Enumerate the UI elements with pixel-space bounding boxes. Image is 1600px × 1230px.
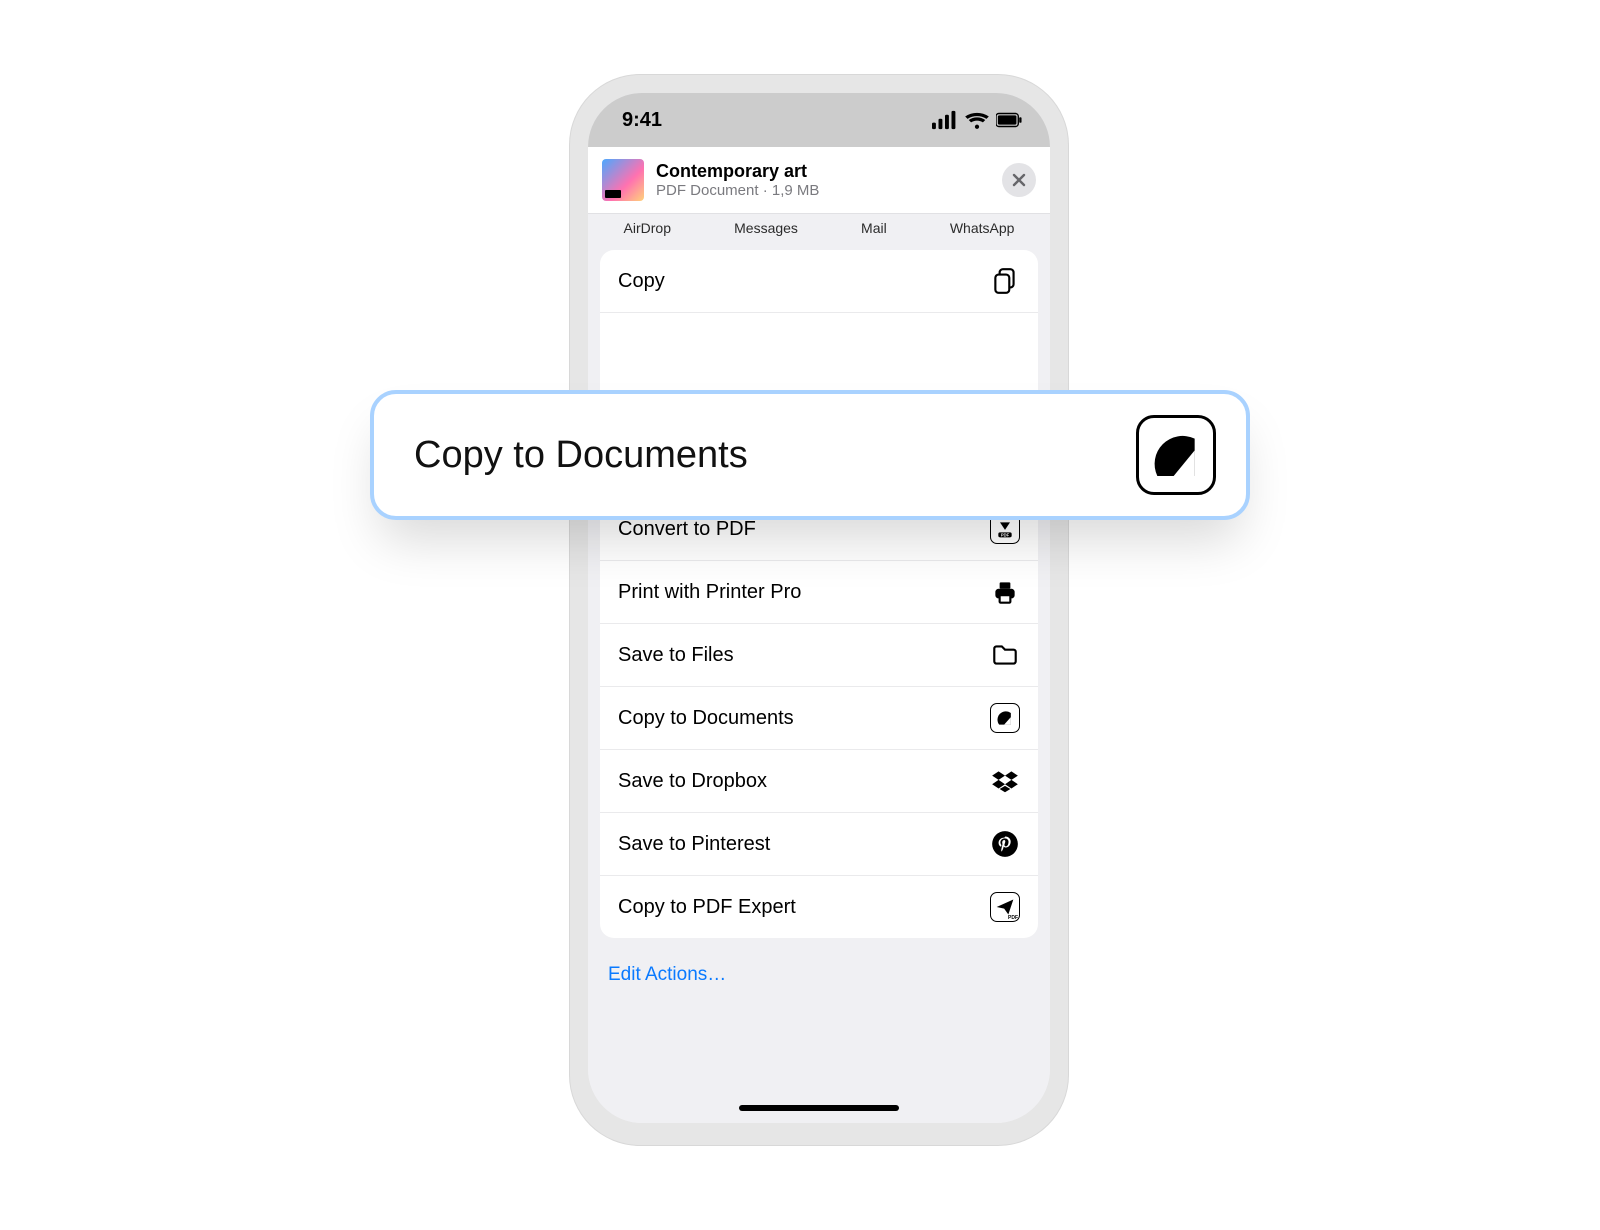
action-save-dropbox-label: Save to Dropbox — [618, 770, 767, 793]
action-copy-pdf-expert[interactable]: Copy to PDF Expert PDF — [600, 876, 1038, 938]
action-copy-documents-label: Copy to Documents — [618, 707, 794, 730]
cellular-icon — [932, 107, 958, 133]
dropbox-icon — [990, 766, 1020, 796]
action-print-pro[interactable]: Print with Printer Pro — [600, 561, 1038, 624]
actions-group-1: Copy — [600, 250, 1038, 413]
callout-label: Copy to Documents — [414, 434, 748, 477]
share-target-airdrop[interactable]: AirDrop — [624, 220, 671, 236]
document-title: Contemporary art — [656, 161, 819, 182]
actions-scroll-area[interactable]: Copy Print Convert to PDF — [588, 250, 1050, 1123]
phone-screen: 9:41 Contemporary art PDF Document · 1,9… — [588, 93, 1050, 1123]
action-copy-documents[interactable]: Copy to Documents — [600, 687, 1038, 750]
printer-pro-icon — [990, 577, 1020, 607]
callout-copy-to-documents: Copy to Documents — [370, 390, 1250, 520]
close-icon — [1012, 173, 1026, 187]
pinterest-icon — [990, 829, 1020, 859]
share-sheet-header: Contemporary art PDF Document · 1,9 MB — [588, 147, 1050, 214]
phone-mockup: 9:41 Contemporary art PDF Document · 1,9… — [570, 75, 1068, 1145]
action-save-pinterest-label: Save to Pinterest — [618, 833, 770, 856]
action-save-pinterest[interactable]: Save to Pinterest — [600, 813, 1038, 876]
wifi-icon — [964, 107, 990, 133]
document-thumbnail — [602, 159, 644, 201]
action-save-dropbox[interactable]: Save to Dropbox — [600, 750, 1038, 813]
action-save-files[interactable]: Save to Files — [600, 624, 1038, 687]
status-icons — [932, 107, 1022, 133]
pdf-expert-icon: PDF — [990, 892, 1020, 922]
action-save-files-label: Save to Files — [618, 644, 734, 667]
action-convert-pdf-label: Convert to PDF — [618, 518, 756, 541]
documents-app-icon — [990, 703, 1020, 733]
documents-app-icon-large — [1136, 415, 1216, 495]
folder-icon — [990, 640, 1020, 670]
share-target-whatsapp[interactable]: WhatsApp — [950, 220, 1015, 236]
home-indicator[interactable] — [739, 1105, 899, 1111]
document-info: Contemporary art PDF Document · 1,9 MB — [656, 161, 819, 199]
action-copy-label: Copy — [618, 270, 665, 293]
document-subtitle: PDF Document · 1,9 MB — [656, 182, 819, 199]
status-time: 9:41 — [622, 109, 662, 132]
share-targets-row: AirDrop Messages Mail WhatsApp — [588, 214, 1050, 250]
action-copy-pdf-expert-label: Copy to PDF Expert — [618, 896, 796, 919]
copy-icon — [990, 266, 1020, 296]
edit-actions-link[interactable]: Edit Actions… — [600, 960, 1038, 986]
action-copy[interactable]: Copy — [600, 250, 1038, 313]
battery-icon — [996, 107, 1022, 133]
svg-text:PDF: PDF — [1001, 533, 1010, 538]
share-target-messages[interactable]: Messages — [734, 220, 798, 236]
close-button[interactable] — [1002, 163, 1036, 197]
status-bar: 9:41 — [588, 93, 1050, 147]
action-print-pro-label: Print with Printer Pro — [618, 581, 801, 604]
share-target-mail[interactable]: Mail — [861, 220, 887, 236]
